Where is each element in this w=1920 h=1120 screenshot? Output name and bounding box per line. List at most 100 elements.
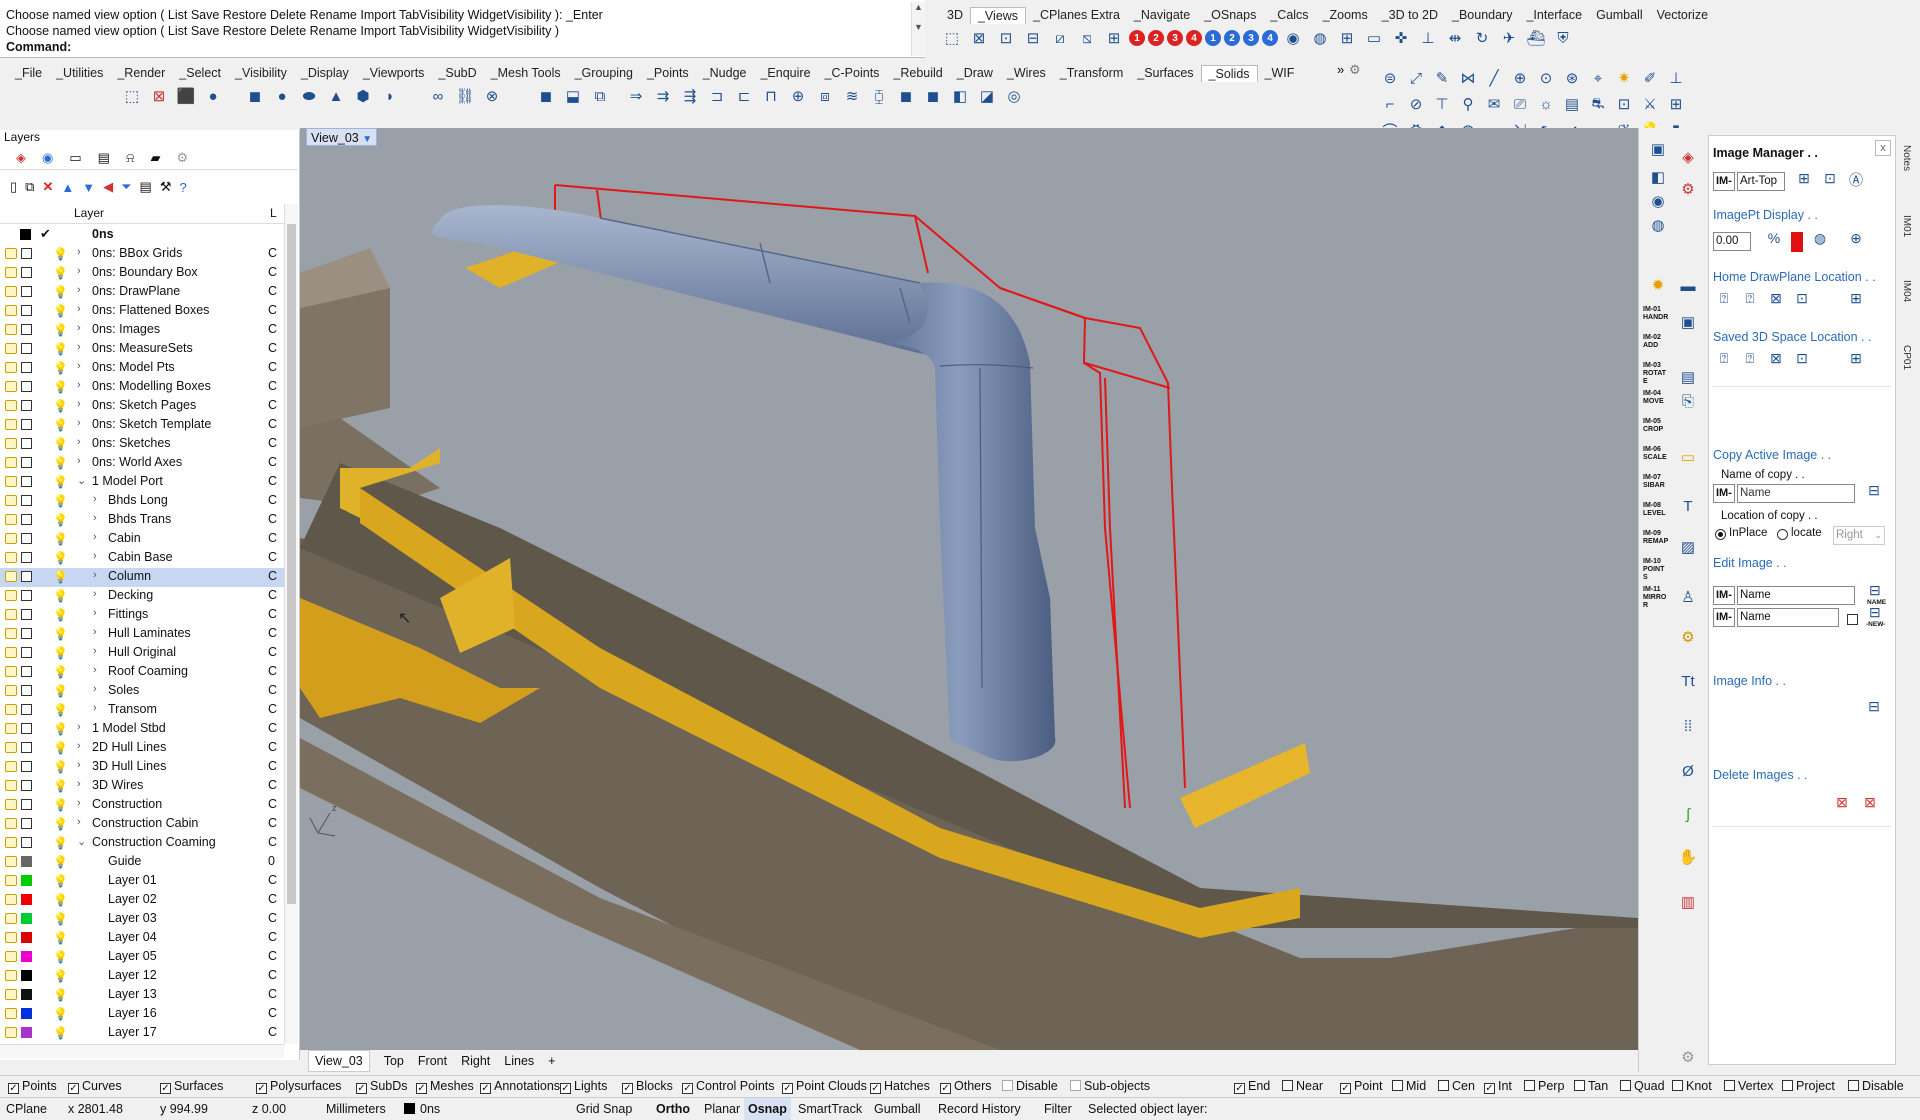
layer-row[interactable]: 💡 › 0ns: Boundary Box C (0, 264, 284, 283)
toolbar-tab[interactable]: _Calcs (1263, 7, 1315, 24)
collapse-icon[interactable]: ⌄ (77, 835, 86, 848)
layer-row[interactable]: 💡 Layer 16 C (0, 1005, 284, 1024)
visibility-bulb-icon[interactable]: 💡 (53, 874, 68, 888)
saved-delete-icon[interactable]: ⊠ (1765, 350, 1787, 372)
solid-cube-icon[interactable]: ◼ (894, 84, 918, 108)
panel-icon[interactable]: ◧ (948, 84, 972, 108)
osnap-checkbox[interactable] (1672, 1080, 1683, 1091)
toolbar-tab[interactable]: _C-Points (818, 65, 887, 82)
expand-icon[interactable]: › (77, 341, 81, 353)
layer-color-swatch[interactable] (21, 476, 32, 487)
lock-icon[interactable] (5, 647, 17, 658)
add-viewport-tab-icon[interactable]: + (548, 1050, 555, 1072)
cylinder-icon[interactable]: ⬢ (351, 84, 375, 108)
visibility-bulb-icon[interactable]: 💡 (53, 285, 68, 299)
close-icon[interactable]: x (1875, 140, 1891, 156)
visibility-bulb-icon[interactable]: 💡 (53, 627, 68, 641)
visibility-bulb-icon[interactable]: 💡 (53, 399, 68, 413)
home-set-icon[interactable]: ⊡ (1791, 290, 1813, 312)
layer-color-swatch[interactable] (21, 457, 32, 468)
layer-color-swatch[interactable] (21, 723, 32, 734)
side-tab[interactable]: CP01 (1901, 345, 1912, 370)
layer-color-swatch[interactable] (21, 571, 32, 582)
delete-image-icon[interactable]: ⊠ (1831, 794, 1853, 816)
color-wheel-icon[interactable]: ◉ (42, 150, 53, 166)
solid-box-icon[interactable]: ◼ (534, 84, 558, 108)
document-icon[interactable]: ▤ (98, 150, 110, 166)
toolbar-tab[interactable]: _Render (110, 65, 172, 82)
filter-item[interactable]: ✓ Meshes (416, 1079, 474, 1094)
collapse-icon[interactable]: ⌄ (77, 474, 86, 487)
layer-color-swatch[interactable] (21, 514, 32, 525)
current-layer-swatch[interactable] (404, 1103, 415, 1114)
move-up-icon[interactable]: ▲ (61, 180, 74, 195)
gumball-icon[interactable]: ✜ (1389, 26, 1413, 50)
blend-icon[interactable]: ⇶ (678, 84, 702, 108)
filter-toggle[interactable]: Filter (1044, 1102, 1072, 1116)
layer-row[interactable]: 💡 › 3D Wires C (0, 777, 284, 796)
expand-icon[interactable]: › (77, 379, 81, 391)
expand-icon[interactable]: › (93, 531, 97, 543)
knife-icon[interactable]: ⚔ (1638, 92, 1662, 116)
expand-icon[interactable]: › (77, 398, 81, 410)
maximize-view-icon[interactable]: ▭ (1362, 26, 1386, 50)
visibility-bulb-icon[interactable]: 💡 (53, 513, 68, 527)
sweep-icon[interactable]: ⇒ (624, 84, 648, 108)
layer-color-swatch[interactable] (21, 533, 32, 544)
saved-query-icon[interactable]: ⍰ (1713, 350, 1735, 372)
layer-row[interactable]: 💡 Layer 17 C (0, 1024, 284, 1043)
current-layer[interactable]: 0ns (420, 1102, 440, 1116)
lock-icon[interactable] (5, 381, 17, 392)
filter-checkbox[interactable]: ✓ (782, 1083, 793, 1094)
lock-icon[interactable] (5, 780, 17, 791)
layer-color-swatch[interactable] (21, 381, 32, 392)
visibility-bulb-icon[interactable]: 💡 (53, 247, 68, 261)
link-icon[interactable]: ∞ (426, 84, 450, 108)
brush-icon[interactable]: ✎ (1430, 66, 1454, 90)
layer-color-swatch[interactable] (21, 780, 32, 791)
osnap-checkbox[interactable] (1848, 1080, 1859, 1091)
lock-icon[interactable] (5, 609, 17, 620)
filter-checkbox[interactable] (1002, 1080, 1013, 1091)
zoom-sel-icon[interactable]: ⊛ (1560, 66, 1584, 90)
extrude-icon[interactable]: ⬓ (561, 84, 585, 108)
gear-red-icon[interactable]: ⚙ (1677, 180, 1699, 200)
side-tab[interactable]: IM04 (1901, 280, 1912, 302)
copy-tool-icon[interactable]: ⊟ (1863, 482, 1885, 504)
lock-icon[interactable] (5, 837, 17, 848)
more-tabs-icon[interactable]: » (1337, 62, 1344, 77)
sphere-icon[interactable]: ● (201, 84, 225, 108)
layer-color-swatch[interactable] (21, 799, 32, 810)
layer-row[interactable]: 💡 › Construction C (0, 796, 284, 815)
layers-scrollbar[interactable] (284, 204, 298, 1044)
osnap-item[interactable]: ✓ End (1234, 1079, 1270, 1094)
lock-icon[interactable] (5, 438, 17, 449)
loft-icon[interactable]: ⇉ (651, 84, 675, 108)
layer-row[interactable]: 💡 › 0ns: Model Pts C (0, 359, 284, 378)
toolbar-tab[interactable]: _Solids (1200, 65, 1258, 82)
filter-item[interactable]: ✓ Blocks (622, 1079, 673, 1094)
saved-query2-icon[interactable]: ⍰ (1739, 350, 1761, 372)
filter-item[interactable]: ✓ Lights (560, 1079, 607, 1094)
visibility-bulb-icon[interactable]: 💡 (53, 646, 68, 660)
filter-item[interactable]: ✓ Surfaces (160, 1079, 223, 1094)
lock-icon[interactable] (5, 989, 17, 1000)
named-view-button[interactable]: 2 (1148, 30, 1164, 46)
layer-color-swatch[interactable] (21, 343, 32, 354)
view-cube-icon[interactable]: ⬚ (940, 26, 964, 50)
side-tab[interactable]: Notes (1901, 145, 1912, 171)
expand-icon[interactable]: › (77, 246, 81, 258)
expand-icon[interactable]: › (93, 493, 97, 505)
edit-image-header[interactable]: Edit Image . . (1713, 556, 1787, 570)
curve-green-icon[interactable]: ∫ (1677, 806, 1699, 826)
material-icon[interactable]: ◎ (1002, 84, 1026, 108)
command-prompt[interactable]: Command: (6, 40, 71, 54)
art-add-icon[interactable]: ⊞ (1793, 170, 1815, 192)
lock-icon[interactable] (5, 514, 17, 525)
osnap-item[interactable]: Knot (1672, 1079, 1712, 1093)
delete-all-icon[interactable]: ⊠ (1859, 794, 1881, 816)
bell-icon[interactable]: ⍾ (126, 150, 135, 166)
filter-item[interactable]: ✓ Others (940, 1079, 992, 1094)
toolbar-tab[interactable]: _Rebuild (886, 65, 949, 82)
direction-select[interactable]: Right ⌄ (1833, 526, 1885, 545)
